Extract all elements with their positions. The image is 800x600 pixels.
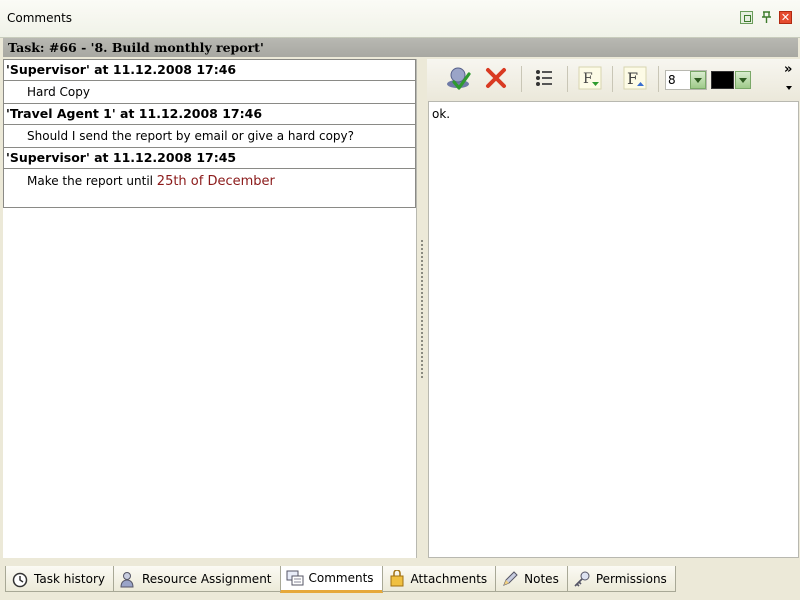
comment-list: 'Supervisor' at 11.12.2008 17:46 Hard Co… [3,59,417,558]
splitter-grip[interactable] [420,239,424,379]
tab-label: Notes [524,571,559,586]
restore-icon[interactable] [740,11,753,24]
font-increase-icon[interactable]: F [621,64,649,92]
tab-comments[interactable]: Comments [279,566,383,593]
close-icon[interactable]: ✕ [779,11,792,24]
tab-label: Comments [308,571,374,585]
clock-icon [11,570,29,588]
chevron-down-icon[interactable] [690,71,706,89]
panel-title-bar: Comments ✕ [0,0,800,38]
svg-text:F: F [583,71,593,87]
comments-icon [286,569,304,587]
tab-attachments[interactable]: Attachments [381,566,497,592]
task-header: Task: #66 - '8. Build monthly report' [3,38,798,57]
pin-icon[interactable] [760,11,773,24]
comment-header[interactable]: 'Travel Agent 1' at 11.12.2008 17:46 [3,103,416,125]
comment-editor[interactable]: ok. [428,101,799,558]
key-icon [573,570,591,588]
toolbar-separator [612,66,613,92]
toolbar-separator [658,66,659,92]
comment-highlight-text: 25th of December [156,174,275,189]
panel-title: Comments [7,11,73,25]
toolbar-separator [567,66,568,92]
tab-permissions[interactable]: Permissions [566,566,676,592]
comment-body-text: Make the report until [27,174,157,188]
tab-label: Attachments [410,571,488,586]
comment-header[interactable]: 'Supervisor' at 11.12.2008 17:46 [3,59,416,81]
text-color-swatch[interactable] [711,71,734,89]
paperclip-icon [388,569,406,588]
svg-text:F: F [627,69,638,88]
tab-notes[interactable]: Notes [495,566,568,592]
delete-icon[interactable] [482,64,510,92]
chevron-down-icon[interactable] [735,71,751,89]
tab-resource-assignment[interactable]: Resource Assignment [113,566,281,592]
tab-label: Task history [34,571,105,586]
toolbar-overflow-icon[interactable]: » [784,62,793,77]
comment-body[interactable]: Should I send the report by email or giv… [3,125,416,147]
font-decrease-icon[interactable]: F [576,64,604,92]
save-check-icon[interactable] [444,64,472,92]
tab-task-history[interactable]: Task history [5,566,114,592]
comment-body[interactable]: Hard Copy [3,81,416,103]
tab-strip: Task history Resource Assignment Comment… [5,566,676,593]
tab-label: Permissions [595,571,667,586]
pencil-icon [501,570,519,588]
toolbar-menu-icon[interactable] [786,86,792,90]
toolbar-separator [521,66,522,92]
splitter[interactable] [417,59,427,558]
person-icon [119,570,137,588]
bullet-list-icon[interactable] [530,64,558,92]
comment-body[interactable]: Make the report until 25th of December [3,169,416,208]
comment-header[interactable]: 'Supervisor' at 11.12.2008 17:45 [3,147,416,169]
tab-label: Resource Assignment [142,571,272,586]
